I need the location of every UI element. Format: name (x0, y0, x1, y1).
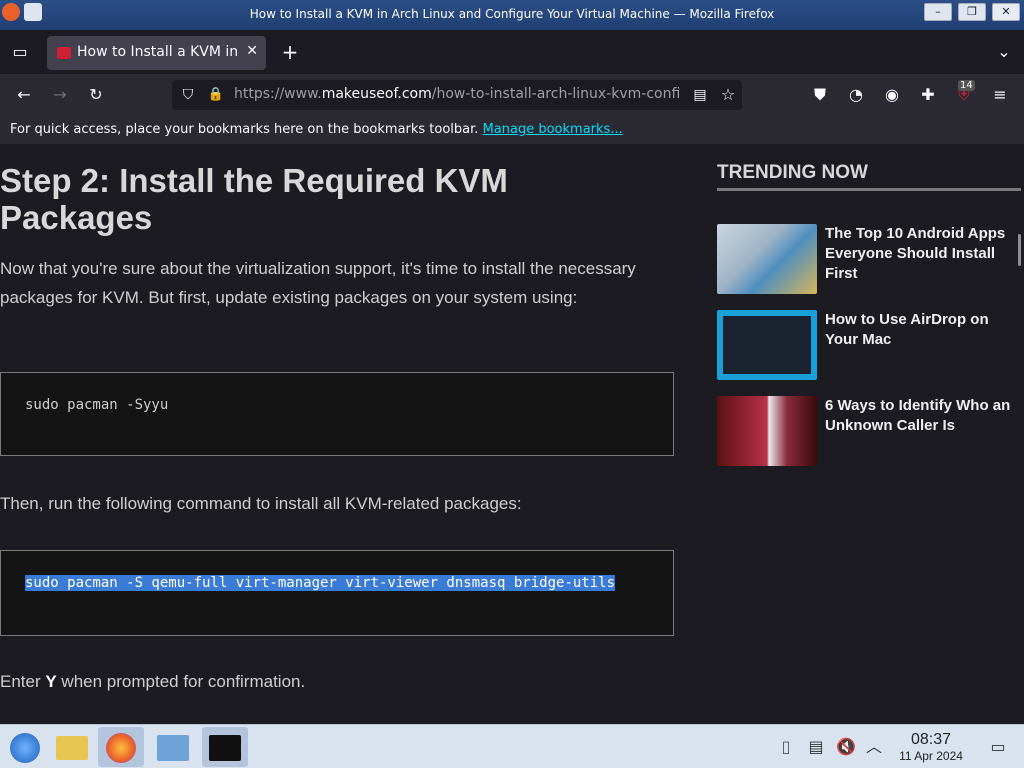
trending-heading: TRENDING NOW (717, 162, 868, 183)
window-titlebar: How to Install a KVM in Arch Linux and C… (0, 0, 1024, 30)
trending-item-title[interactable]: The Top 10 Android Apps Everyone Should … (825, 224, 1021, 284)
list-all-tabs-icon[interactable]: ⌄ (990, 38, 1018, 66)
firefox-view-icon[interactable]: ▭ (6, 38, 34, 66)
extension-circle-icon[interactable]: ◔ (842, 81, 870, 109)
bookmarks-message: For quick access, place your bookmarks h… (10, 122, 623, 137)
code-block-install[interactable]: sudo pacman -S qemu-full virt-manager vi… (0, 550, 674, 636)
bookmark-star-icon[interactable]: ☆ (714, 81, 742, 109)
start-menu-icon[interactable] (2, 727, 48, 767)
paragraph-install: Then, run the following command to insta… (0, 494, 522, 513)
reload-button[interactable]: ↻ (82, 81, 110, 109)
tab-strip: ▭ How to Install a KVM in A ✕ + ⌄ (0, 30, 1024, 74)
back-button[interactable]: ← (10, 81, 38, 109)
section-heading: Step 2: Install the Required KVM Package… (0, 162, 508, 236)
trending-item[interactable]: 6 Ways to Identify Who an Unknown Caller… (717, 396, 1021, 468)
reader-view-icon[interactable]: ▤ (686, 81, 714, 109)
code-block-update[interactable]: sudo pacman -Syyu (0, 372, 674, 456)
file-manager-icon[interactable] (50, 727, 96, 767)
page-scrollbar[interactable] (1018, 234, 1021, 266)
close-tab-icon[interactable]: ✕ (246, 43, 258, 59)
maximize-button[interactable]: ❐ (958, 3, 986, 21)
system-settings-icon[interactable] (150, 727, 196, 767)
code-line-selected[interactable]: sudo pacman -S qemu-full virt-manager vi… (25, 575, 659, 591)
trending-item[interactable]: How to Use AirDrop on Your Mac (717, 310, 1021, 382)
extensions-puzzle-icon[interactable]: ✚ (914, 81, 942, 109)
pocket-icon[interactable]: ⛊ (806, 81, 834, 109)
clock-time: 08:37 (910, 731, 952, 748)
bookmarks-toolbar: For quick access, place your bookmarks h… (0, 116, 1024, 144)
app-menu-icon[interactable]: ≡ (986, 81, 1014, 109)
thumbnail-image[interactable] (717, 396, 817, 466)
os-taskbar: ▯ ▤ 🔇 ︿ 08:37 11 Apr 2024 ▭ (0, 724, 1024, 768)
volume-muted-icon[interactable]: 🔇 (832, 733, 860, 761)
paragraph-update: Now that you're sure about the virtualiz… (0, 259, 636, 307)
tray-expand-icon[interactable]: ︿ (860, 733, 888, 761)
trending-divider (717, 188, 1021, 191)
favicon-icon (57, 47, 71, 59)
url-bar[interactable]: ⛉ 🔒 https://www.makeuseof.com/how-to-ins… (172, 80, 742, 110)
trending-item[interactable]: The Top 10 Android Apps Everyone Should … (717, 224, 1021, 296)
trending-item-title[interactable]: How to Use AirDrop on Your Mac (825, 310, 1021, 350)
navigation-toolbar: ← → ↻ ⛉ 🔒 https://www.makeuseof.com/how-… (0, 74, 1024, 116)
new-tab-button[interactable]: + (276, 38, 304, 66)
thumbnail-image[interactable] (717, 224, 817, 294)
extension-badge: 14 (958, 80, 975, 91)
window-title: How to Install a KVM in Arch Linux and C… (249, 7, 775, 21)
terminal-icon[interactable] (202, 727, 248, 767)
firefox-taskbar-icon[interactable] (98, 727, 144, 767)
tab-active[interactable]: How to Install a KVM in A ✕ (47, 36, 266, 70)
clipboard-icon[interactable]: ▯ (772, 733, 800, 761)
show-desktop-icon[interactable]: ▭ (984, 733, 1012, 761)
account-icon[interactable]: ◉ (878, 81, 906, 109)
tracking-protection-icon[interactable]: ⛉ (174, 81, 202, 109)
minimize-button[interactable]: – (924, 3, 952, 21)
paragraph-confirm: Enter Y when prompted for confirmation. (0, 672, 306, 691)
tab-title: How to Install a KVM in A (77, 44, 237, 60)
manage-bookmarks-link[interactable]: Manage bookmarks... (483, 122, 623, 137)
taskbar-clock[interactable]: 08:37 11 Apr 2024 (888, 731, 974, 763)
code-line[interactable]: sudo pacman -Syyu (25, 397, 659, 413)
thumbnail-image[interactable] (717, 310, 817, 380)
close-window-button[interactable]: ✕ (992, 3, 1020, 21)
page-content: Step 2: Install the Required KVM Package… (0, 144, 1024, 724)
forward-button[interactable]: → (46, 81, 74, 109)
clock-date: 11 Apr 2024 (899, 749, 963, 763)
url-text[interactable]: https://www.makeuseof.com/how-to-install… (234, 86, 679, 102)
trending-item-title[interactable]: 6 Ways to Identify Who an Unknown Caller… (825, 396, 1021, 436)
notes-icon[interactable]: ▤ (802, 733, 830, 761)
lock-icon[interactable]: 🔒 (202, 81, 230, 109)
